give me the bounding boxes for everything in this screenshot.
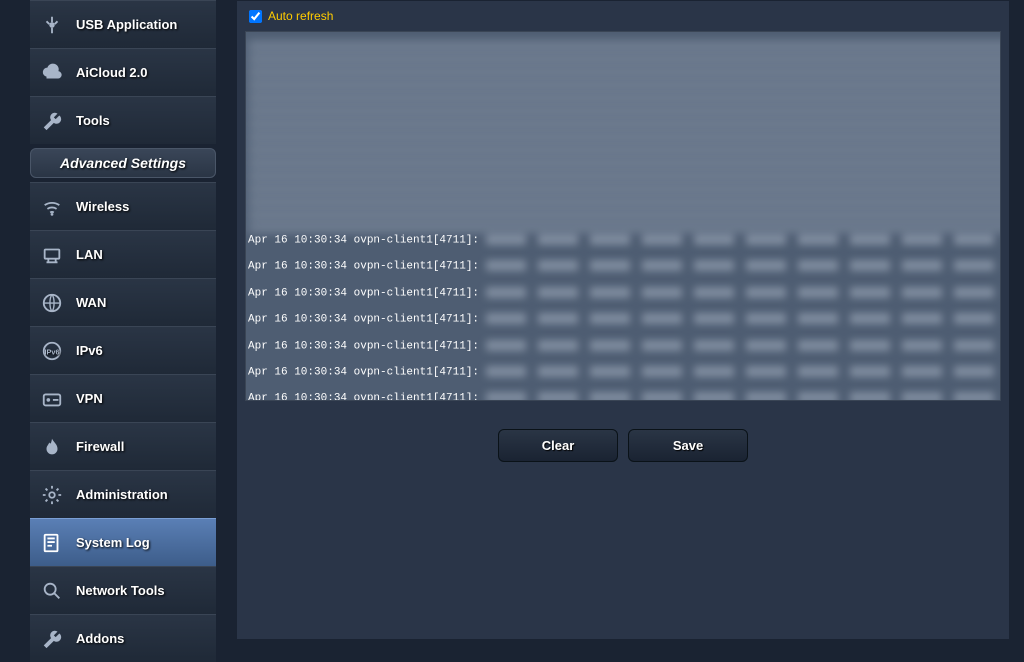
- log-icon: [40, 531, 64, 555]
- log-line-prefix: Apr 16 10:30:34 ovpn-client1[4711]:: [248, 261, 479, 273]
- log-textarea[interactable]: Apr 16 10:30:34 ovpn-client1[4711]: Apr …: [245, 31, 1001, 401]
- sidebar-item-addons[interactable]: Addons: [30, 614, 216, 662]
- sidebar-item-label: AiCloud 2.0: [76, 65, 148, 80]
- section-header-advanced: Advanced Settings: [30, 148, 216, 178]
- log-line-blurred: [486, 260, 1001, 271]
- sidebar: USB Application AiCloud 2.0 Tools Advanc…: [30, 0, 216, 662]
- clear-button[interactable]: Clear: [498, 429, 618, 462]
- sidebar-item-system-log[interactable]: System Log: [30, 518, 216, 566]
- log-line-prefix: Apr 16 10:30:34 ovpn-client1[4711]:: [248, 287, 479, 299]
- gear-icon: [40, 483, 64, 507]
- button-row: Clear Save: [237, 429, 1009, 462]
- sidebar-item-label: USB Application: [76, 17, 177, 32]
- sidebar-item-label: Tools: [76, 113, 110, 128]
- globe-icon: [40, 291, 64, 315]
- sidebar-item-vpn[interactable]: VPN: [30, 374, 216, 422]
- addon-icon: [40, 627, 64, 651]
- svg-text:IPv6: IPv6: [44, 347, 59, 356]
- log-line-prefix: Apr 16 10:30:34 ovpn-client1[4711]:: [248, 393, 479, 401]
- sidebar-item-label: Wireless: [76, 199, 129, 214]
- sidebar-item-wireless[interactable]: Wireless: [30, 182, 216, 230]
- log-line-prefix: Apr 16 10:30:34 ovpn-client1[4711]:: [248, 314, 479, 326]
- sidebar-item-administration[interactable]: Administration: [30, 470, 216, 518]
- log-line-prefix: Apr 16 10:30:34 ovpn-client1[4711]:: [248, 366, 479, 378]
- auto-refresh-checkbox[interactable]: [249, 10, 262, 23]
- ipv6-icon: IPv6: [40, 339, 64, 363]
- log-line-blurred: [486, 313, 1001, 324]
- auto-refresh-row: Auto refresh: [237, 1, 1009, 31]
- sidebar-item-label: IPv6: [76, 343, 103, 358]
- save-button[interactable]: Save: [628, 429, 748, 462]
- cloud-icon: [40, 61, 64, 85]
- auto-refresh-label[interactable]: Auto refresh: [268, 9, 333, 23]
- sidebar-item-label: Network Tools: [76, 583, 165, 598]
- sidebar-item-label: VPN: [76, 391, 103, 406]
- log-line-prefix: Apr 16 10:30:34 ovpn-client1[4711]:: [248, 234, 479, 246]
- wifi-icon: [40, 195, 64, 219]
- sidebar-item-lan[interactable]: LAN: [30, 230, 216, 278]
- wrench-icon: [40, 109, 64, 133]
- sidebar-item-network-tools[interactable]: Network Tools: [30, 566, 216, 614]
- sidebar-item-label: Firewall: [76, 439, 124, 454]
- usb-icon: [40, 13, 64, 37]
- fire-icon: [40, 435, 64, 459]
- content-panel: Auto refresh Apr 16 10:30:34 ovpn-client…: [236, 0, 1010, 640]
- sidebar-item-label: Administration: [76, 487, 168, 502]
- log-line-blurred: [486, 366, 1001, 377]
- nettool-icon: [40, 579, 64, 603]
- log-line-blurred: [486, 392, 1001, 401]
- log-line-blurred: [486, 287, 1001, 298]
- sidebar-item-wan[interactable]: WAN: [30, 278, 216, 326]
- sidebar-item-label: System Log: [76, 535, 150, 550]
- sidebar-item-ipv6[interactable]: IPv6 IPv6: [30, 326, 216, 374]
- sidebar-item-label: Addons: [76, 631, 124, 646]
- log-line-blurred: [486, 340, 1001, 351]
- sidebar-item-firewall[interactable]: Firewall: [30, 422, 216, 470]
- lan-icon: [40, 243, 64, 267]
- log-line-blurred: [486, 234, 1001, 245]
- sidebar-item-aicloud[interactable]: AiCloud 2.0: [30, 48, 216, 96]
- sidebar-item-label: LAN: [76, 247, 103, 262]
- sidebar-item-tools[interactable]: Tools: [30, 96, 216, 144]
- vpn-icon: [40, 387, 64, 411]
- log-line-prefix: Apr 16 10:30:34 ovpn-client1[4711]:: [248, 340, 479, 352]
- sidebar-item-usb-application[interactable]: USB Application: [30, 0, 216, 48]
- sidebar-item-label: WAN: [76, 295, 106, 310]
- log-blurred-content: [248, 37, 1001, 232]
